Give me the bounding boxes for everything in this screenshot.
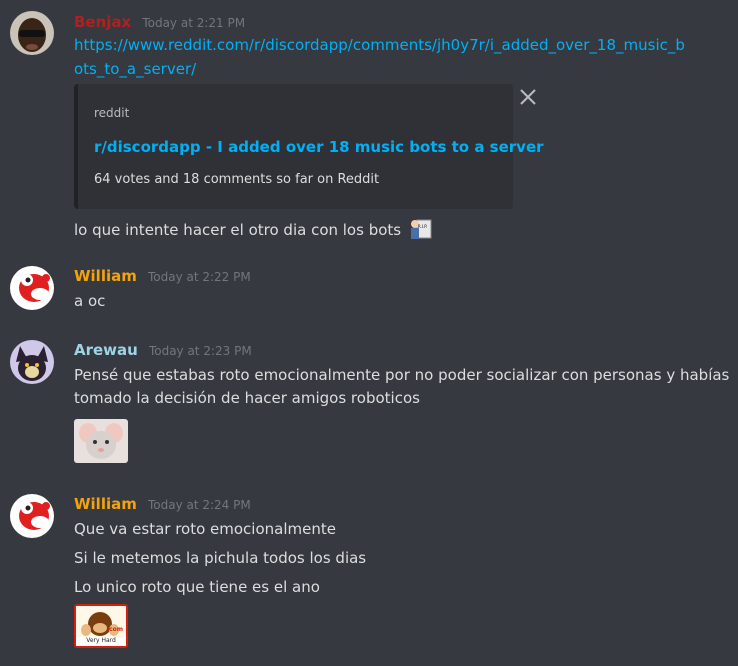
message-text: lo que intente hacer el otro dia con los… bbox=[74, 218, 433, 240]
link-embed: reddit r/discordapp - I added over 18 mu… bbox=[74, 84, 544, 209]
message-text: Lo unico roto que tiene es el ano bbox=[74, 578, 320, 596]
link-line: https://www.reddit.com/r/discordapp/comm… bbox=[74, 36, 685, 54]
username[interactable]: William bbox=[74, 495, 137, 513]
rip-sign-text: R.I.P. bbox=[417, 224, 428, 229]
timestamp: Today at 2:22 PM bbox=[147, 270, 251, 284]
embed-title[interactable]: r/discordapp - I added over 18 music bot… bbox=[94, 138, 544, 156]
timestamp: Today at 2:24 PM bbox=[147, 498, 251, 512]
username[interactable]: Arewau bbox=[74, 341, 138, 359]
message-header: William Today at 2:22 PM bbox=[74, 266, 251, 285]
message-text: Pensé que estabas roto emocionalmente po… bbox=[74, 366, 730, 384]
timestamp: Today at 2:21 PM bbox=[142, 16, 246, 30]
timestamp: Today at 2:23 PM bbox=[148, 344, 252, 358]
message-text: Si le metemos la pichula todos los dias bbox=[74, 549, 367, 567]
donkey-kong-sticker[interactable]: .com Very Hard bbox=[74, 604, 128, 648]
message-text-content: lo que intente hacer el otro dia con los… bbox=[74, 221, 402, 239]
link-line: ots_to_a_server/ bbox=[74, 60, 196, 78]
sticker-label-com: .com bbox=[106, 626, 123, 633]
avatar-arewau[interactable] bbox=[10, 340, 54, 384]
reddit-link-continued[interactable]: ots_to_a_server/ bbox=[74, 60, 196, 78]
message-text: a oc bbox=[74, 292, 106, 310]
message-header: Arewau Today at 2:23 PM bbox=[74, 340, 252, 359]
message-header: William Today at 2:24 PM bbox=[74, 494, 251, 513]
sticker-label: Very Hard bbox=[86, 637, 116, 644]
username[interactable]: Benjax bbox=[74, 13, 131, 31]
username[interactable]: William bbox=[74, 267, 137, 285]
message-header: Benjax Today at 2:21 PM bbox=[74, 12, 245, 31]
message-text: tomado la decisión de hacer amigos robot… bbox=[74, 389, 420, 407]
avatar-benjax[interactable] bbox=[10, 11, 54, 55]
embed-description: 64 votes and 18 comments so far on Reddi… bbox=[94, 172, 380, 187]
avatar-william[interactable] bbox=[10, 494, 54, 538]
message-text: Que va estar roto emocionalmente bbox=[74, 520, 336, 538]
avatar-william[interactable] bbox=[10, 266, 54, 310]
reddit-link[interactable]: https://www.reddit.com/r/discordapp/comm… bbox=[74, 36, 685, 54]
rip-emoji-icon: R.I.P. bbox=[409, 218, 433, 240]
close-icon[interactable] bbox=[517, 86, 539, 108]
embed-provider[interactable]: reddit bbox=[94, 106, 129, 120]
rat-image[interactable] bbox=[74, 419, 128, 463]
